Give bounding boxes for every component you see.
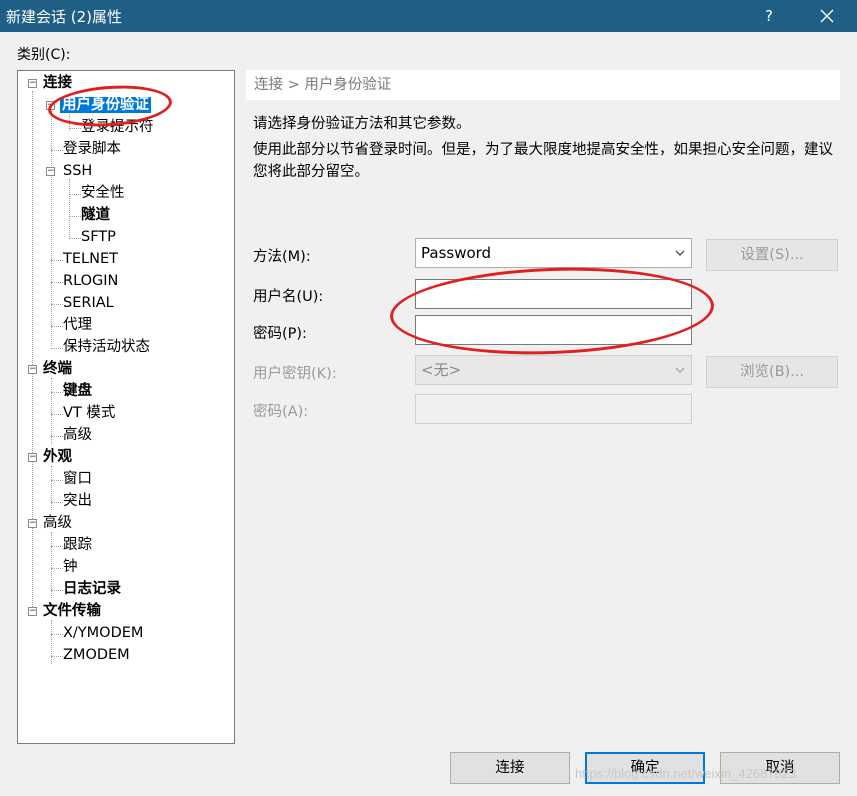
browse-button[interactable]: 浏览(B)... — [706, 356, 838, 388]
password-input[interactable] — [415, 315, 692, 345]
tree-item-telnet[interactable]: TELNET — [63, 249, 118, 270]
collapse-icon[interactable]: − — [28, 519, 37, 528]
window-title: 新建会话 (2)属性 — [6, 8, 123, 26]
collapse-icon[interactable]: − — [28, 607, 37, 616]
user-key-value: <无> — [421, 361, 462, 379]
tree-item-sftp[interactable]: SFTP — [81, 227, 116, 248]
tree-item-security[interactable]: 安全性 — [81, 183, 125, 204]
tree-item-connection[interactable]: 连接 — [43, 73, 72, 94]
passphrase-input[interactable] — [415, 394, 692, 424]
category-label: 类别(C): — [17, 47, 71, 63]
user-key-select[interactable]: <无> — [415, 355, 692, 385]
cancel-button[interactable]: 取消 — [720, 752, 840, 784]
tree-item-window[interactable]: 窗口 — [63, 469, 92, 490]
tree-item-advanced[interactable]: 高级 — [43, 513, 72, 534]
username-input[interactable] — [415, 279, 692, 309]
annotation-ellipse — [388, 262, 716, 360]
collapse-icon[interactable]: − — [46, 167, 55, 176]
tree-item-bell[interactable]: 钟 — [63, 557, 78, 578]
chevron-down-icon — [673, 239, 687, 267]
tree-item-trace[interactable]: 跟踪 — [63, 535, 92, 556]
close-button[interactable] — [804, 0, 850, 32]
collapse-icon[interactable]: − — [28, 365, 37, 374]
tree-item-vt-mode[interactable]: VT 模式 — [63, 403, 115, 424]
tree-item-ssh[interactable]: SSH — [63, 161, 92, 182]
tree-item-keepalive[interactable]: 保持活动状态 — [63, 337, 150, 358]
passphrase-label: 密码(A): — [253, 404, 309, 420]
tree-item-highlight[interactable]: 突出 — [63, 491, 92, 512]
collapse-icon[interactable]: − — [46, 101, 55, 110]
tree-item-auth[interactable]: 用户身份验证 — [60, 95, 151, 116]
tree-item-appearance[interactable]: 外观 — [43, 447, 72, 468]
connect-button[interactable]: 连接 — [450, 752, 570, 784]
user-key-label: 用户密钥(K): — [253, 366, 337, 382]
tree-item-keyboard[interactable]: 键盘 — [63, 381, 92, 402]
settings-button[interactable]: 设置(S)... — [706, 239, 838, 271]
method-label: 方法(M): — [253, 249, 311, 265]
tree-item-logging[interactable]: 日志记录 — [63, 579, 121, 600]
description-line-2: 使用此部分以节省登录时间。但是，为了最大限度地提高安全性，如果担心安全问题，建议… — [253, 142, 833, 180]
username-label: 用户名(U): — [253, 289, 324, 305]
tree-item-zmodem[interactable]: ZMODEM — [63, 645, 130, 666]
ok-button[interactable]: 确定 — [585, 752, 705, 784]
tree-item-xymodem[interactable]: X/YMODEM — [63, 623, 143, 644]
help-button[interactable]: ? — [757, 0, 781, 32]
password-label: 密码(P): — [253, 326, 307, 342]
method-select[interactable]: Password — [415, 238, 692, 268]
tree-item-login-script[interactable]: 登录脚本 — [63, 139, 121, 160]
tree-item-file-transfer[interactable]: 文件传输 — [43, 601, 101, 622]
tree-item-login-prompt[interactable]: 登录提示符 — [81, 117, 154, 138]
description-line-1: 请选择身份验证方法和其它参数。 — [253, 116, 471, 132]
tree-item-terminal[interactable]: 终端 — [43, 359, 72, 380]
tree-item-rlogin[interactable]: RLOGIN — [63, 271, 118, 292]
tree-item-proxy[interactable]: 代理 — [63, 315, 92, 336]
category-tree[interactable]: − − − − − − − 连接 用户身份验证 登录提示符 登录脚本 SSH 安… — [17, 70, 235, 744]
title-bar: 新建会话 (2)属性 ? — [0, 0, 857, 32]
tree-item-terminal-advanced[interactable]: 高级 — [63, 425, 92, 446]
chevron-down-icon — [673, 356, 687, 384]
tree-item-tunnel[interactable]: 隧道 — [81, 205, 110, 226]
collapse-icon[interactable]: − — [28, 79, 37, 88]
collapse-icon[interactable]: − — [28, 453, 37, 462]
tree-item-serial[interactable]: SERIAL — [63, 293, 114, 314]
breadcrumb: 连接 > 用户身份验证 — [246, 70, 840, 100]
method-value: Password — [421, 244, 492, 262]
tree-item-label: 用户身份验证 — [60, 97, 151, 113]
close-icon — [820, 9, 834, 23]
